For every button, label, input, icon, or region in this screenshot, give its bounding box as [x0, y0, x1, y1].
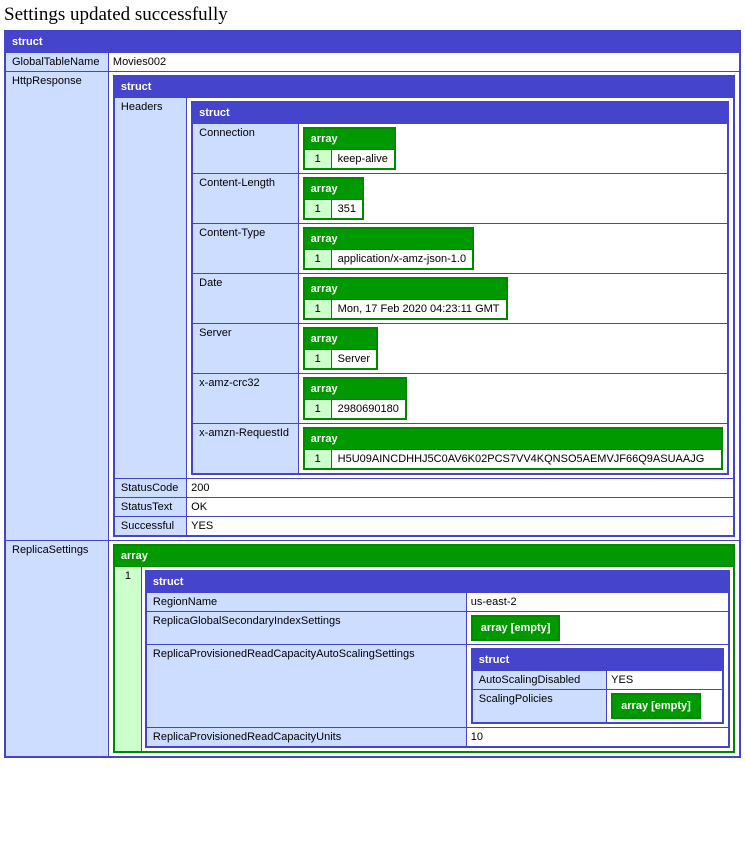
headers-struct: struct Connection array 1	[191, 101, 729, 475]
val-server: array 1 Server	[298, 324, 728, 374]
key-content-length: Content-Length	[192, 174, 298, 224]
array-connection: array 1 keep-alive	[303, 127, 396, 170]
struct-header: struct	[192, 102, 728, 124]
array-index: 1	[114, 567, 142, 753]
key-connection: Connection	[192, 124, 298, 174]
key-x-amzn-requestid: x-amzn-RequestId	[192, 424, 298, 475]
page-title: Settings updated successfully	[4, 4, 741, 26]
httpresponse-struct: struct Headers struct Connection	[113, 75, 735, 537]
array-value: 2980690180	[331, 400, 406, 420]
key-date: Date	[192, 274, 298, 324]
val-statustext: OK	[187, 498, 734, 517]
array-header: array	[304, 128, 395, 150]
array-value: 351	[331, 200, 363, 220]
array-empty-badge: array [empty]	[471, 615, 561, 641]
array-header: array	[114, 545, 734, 567]
array-x-amzn-requestid: array 1 H5U09AINCDHHJ5C0AV6K02PCS7VV4KQN…	[303, 427, 723, 470]
array-content-type: array 1 application/x-amz-json-1.0	[303, 227, 474, 270]
val-content-type: array 1 application/x-amz-json-1.0	[298, 224, 728, 274]
array-header: array	[304, 278, 507, 300]
val-scalingpolicies: array [empty]	[607, 690, 723, 724]
array-server: array 1 Server	[303, 327, 378, 370]
key-scalingpolicies: ScalingPolicies	[472, 690, 607, 724]
array-index: 1	[304, 150, 332, 170]
array-date: array 1 Mon, 17 Feb 2020 04:23:11 GMT	[303, 277, 508, 320]
autoscaling-struct: struct AutoScalingDisabled YES ScalingPo…	[471, 648, 724, 724]
array-header: array	[304, 178, 363, 200]
key-server: Server	[192, 324, 298, 374]
array-empty-badge: array [empty]	[611, 693, 701, 719]
replicasettings-array: array 1 struct RegionName us-east-2	[113, 544, 735, 753]
key-headers: Headers	[114, 98, 187, 479]
array-value: Server	[331, 350, 377, 370]
val-replica-gsi: array [empty]	[466, 612, 729, 645]
key-globaltablename: GlobalTableName	[5, 53, 108, 72]
array-value: keep-alive	[331, 150, 395, 170]
replica-struct: struct RegionName us-east-2 ReplicaGloba…	[145, 570, 730, 748]
val-x-amzn-requestid: array 1 H5U09AINCDHHJ5C0AV6K02PCS7VV4KQN…	[298, 424, 728, 475]
array-index: 1	[304, 250, 332, 270]
val-headers: struct Connection array 1	[187, 98, 734, 479]
val-connection: array 1 keep-alive	[298, 124, 728, 174]
struct-header: struct	[146, 571, 729, 593]
array-index: 1	[304, 200, 332, 220]
val-globaltablename: Movies002	[108, 53, 740, 72]
key-x-amz-crc32: x-amz-crc32	[192, 374, 298, 424]
key-autoscalingdisabled: AutoScalingDisabled	[472, 671, 607, 690]
array-value: Mon, 17 Feb 2020 04:23:11 GMT	[331, 300, 506, 320]
val-x-amz-crc32: array 1 2980690180	[298, 374, 728, 424]
val-httpresponse: struct Headers struct Connection	[108, 72, 740, 541]
key-statustext: StatusText	[114, 498, 187, 517]
key-content-type: Content-Type	[192, 224, 298, 274]
array-value: H5U09AINCDHHJ5C0AV6K02PCS7VV4KQNSO5AEMVJ…	[331, 450, 722, 470]
val-content-length: array 1 351	[298, 174, 728, 224]
array-header: array	[304, 428, 722, 450]
key-statuscode: StatusCode	[114, 479, 187, 498]
key-replica-gsi: ReplicaGlobalSecondaryIndexSettings	[146, 612, 466, 645]
array-header: array	[304, 378, 406, 400]
key-replicasettings: ReplicaSettings	[5, 541, 108, 758]
val-regionname: us-east-2	[466, 593, 729, 612]
array-header: array	[304, 328, 377, 350]
val-replicasettings: array 1 struct RegionName us-east-2	[108, 541, 740, 758]
val-autoscalingdisabled: YES	[607, 671, 723, 690]
array-value: application/x-amz-json-1.0	[331, 250, 473, 270]
root-struct: struct GlobalTableName Movies002 HttpRes…	[4, 30, 741, 758]
val-replica-autoscaling: struct AutoScalingDisabled YES ScalingPo…	[466, 645, 729, 728]
array-value: struct RegionName us-east-2 ReplicaGloba…	[141, 567, 734, 753]
struct-header: struct	[114, 76, 734, 98]
array-content-length: array 1 351	[303, 177, 364, 220]
array-index: 1	[304, 350, 332, 370]
struct-header: struct	[472, 649, 723, 671]
val-statuscode: 200	[187, 479, 734, 498]
key-regionname: RegionName	[146, 593, 466, 612]
array-header: array	[304, 228, 473, 250]
key-replica-autoscaling: ReplicaProvisionedReadCapacityAutoScalin…	[146, 645, 466, 728]
val-successful: YES	[187, 517, 734, 537]
key-replica-readunits: ReplicaProvisionedReadCapacityUnits	[146, 728, 466, 748]
array-index: 1	[304, 400, 332, 420]
array-index: 1	[304, 300, 332, 320]
val-date: array 1 Mon, 17 Feb 2020 04:23:11 GMT	[298, 274, 728, 324]
array-index: 1	[304, 450, 332, 470]
val-replica-readunits: 10	[466, 728, 729, 748]
struct-header: struct	[5, 31, 740, 53]
key-successful: Successful	[114, 517, 187, 537]
key-httpresponse: HttpResponse	[5, 72, 108, 541]
array-x-amz-crc32: array 1 2980690180	[303, 377, 407, 420]
